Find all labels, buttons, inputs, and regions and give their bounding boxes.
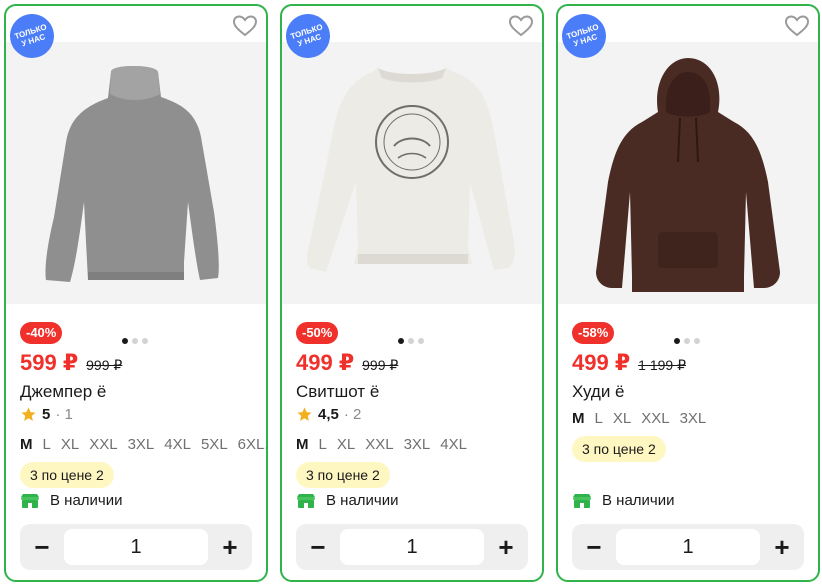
promo-badge[interactable]: 3 по цене 2 (572, 436, 666, 462)
old-price: 1 199 ₽ (638, 357, 686, 373)
product-card[interactable]: Только у нас -40% 599 ₽ 999 ₽ Джемпер ё … (4, 4, 268, 582)
availability: В наличии (296, 492, 399, 509)
promo-badge[interactable]: 3 по цене 2 (20, 462, 114, 488)
size-option[interactable]: XXL (641, 410, 669, 427)
size-option[interactable]: 4XL (164, 436, 191, 453)
image-carousel-dots[interactable] (122, 338, 148, 344)
plus-icon[interactable]: + (764, 529, 800, 565)
quantity-field[interactable]: 1 (340, 529, 484, 565)
carousel-dot[interactable] (684, 338, 690, 344)
image-carousel-dots[interactable] (674, 338, 700, 344)
sweatshirt-image (307, 68, 515, 272)
star-icon (21, 407, 36, 421)
old-price: 999 ₽ (86, 357, 123, 373)
product-rating: 4,5 · 2 (296, 406, 361, 423)
size-list: M L XL XXL 3XL 4XL (296, 436, 467, 453)
carousel-dot[interactable] (142, 338, 148, 344)
stock-label: В наличии (50, 492, 123, 509)
quantity-field[interactable]: 1 (64, 529, 208, 565)
size-list: M L XL XXL 3XL 4XL 5XL 6XL... (20, 436, 266, 453)
promo-badge[interactable]: 3 по цене 2 (296, 462, 390, 488)
size-option[interactable]: 3XL (404, 436, 431, 453)
carousel-dot[interactable] (122, 338, 128, 344)
product-image[interactable] (558, 42, 818, 304)
old-price: 999 ₽ (362, 357, 399, 373)
quantity-stepper: − 1 + (572, 524, 804, 570)
store-icon (573, 493, 591, 508)
size-option[interactable]: XXL (89, 436, 117, 453)
availability: В наличии (20, 492, 123, 509)
size-list: M L XL XXL 3XL (572, 410, 706, 427)
rating-value: 4,5 (318, 406, 339, 423)
quantity-stepper: − 1 + (20, 524, 252, 570)
carousel-dot[interactable] (408, 338, 414, 344)
carousel-dot[interactable] (418, 338, 424, 344)
size-option[interactable]: XL (613, 410, 631, 427)
size-option[interactable]: 6XL... (238, 436, 266, 453)
minus-icon[interactable]: − (300, 529, 336, 565)
image-carousel-dots[interactable] (398, 338, 424, 344)
current-price: 499 ₽ (296, 350, 355, 375)
stock-label: В наличии (602, 492, 675, 509)
product-image[interactable] (6, 42, 266, 304)
minus-icon[interactable]: − (24, 529, 60, 565)
product-image[interactable] (282, 42, 542, 304)
size-option[interactable]: XL (61, 436, 79, 453)
size-option[interactable]: L (595, 410, 603, 427)
size-option[interactable]: M (572, 410, 585, 427)
star-icon (297, 407, 312, 421)
current-price: 599 ₽ (20, 350, 79, 375)
review-count: · 2 (343, 406, 362, 423)
product-card[interactable]: Только у нас -50% 499 ₽ 999 ₽ Свитшот ё … (280, 4, 544, 582)
current-price: 499 ₽ (572, 350, 631, 375)
sweater-image (45, 66, 219, 282)
quantity-field[interactable]: 1 (616, 529, 760, 565)
heart-outline-icon[interactable] (232, 14, 258, 38)
carousel-dot[interactable] (398, 338, 404, 344)
quantity-stepper: − 1 + (296, 524, 528, 570)
plus-icon[interactable]: + (212, 529, 248, 565)
size-option[interactable]: 3XL (128, 436, 155, 453)
minus-icon[interactable]: − (576, 529, 612, 565)
heart-outline-icon[interactable] (784, 14, 810, 38)
size-option[interactable]: M (20, 436, 33, 453)
size-option[interactable]: XL (337, 436, 355, 453)
size-option[interactable]: 3XL (680, 410, 707, 427)
size-option[interactable]: M (296, 436, 309, 453)
carousel-dot[interactable] (674, 338, 680, 344)
size-option[interactable]: 4XL (440, 436, 467, 453)
size-option[interactable]: XXL (365, 436, 393, 453)
product-card[interactable]: Только у нас -58% 499 ₽ 1 199 ₽ Худи ё M… (556, 4, 820, 582)
store-icon (297, 493, 315, 508)
heart-outline-icon[interactable] (508, 14, 534, 38)
availability: В наличии (572, 492, 675, 509)
store-icon (21, 493, 39, 508)
review-count: · 1 (55, 406, 73, 423)
size-option[interactable]: L (43, 436, 51, 453)
rating-value: 5 (42, 406, 51, 423)
discount-badge: -58% (572, 322, 615, 344)
size-option[interactable]: 5XL (201, 436, 228, 453)
carousel-dot[interactable] (132, 338, 138, 344)
product-title[interactable]: Худи ё (572, 382, 625, 402)
stock-label: В наличии (326, 492, 399, 509)
plus-icon[interactable]: + (488, 529, 524, 565)
discount-badge: -40% (20, 322, 63, 344)
hoodie-image (596, 58, 780, 292)
discount-badge: -50% (296, 322, 339, 344)
size-option[interactable]: L (319, 436, 327, 453)
product-rating: 5 · 1 (20, 406, 73, 423)
carousel-dot[interactable] (694, 338, 700, 344)
product-title[interactable]: Джемпер ё (20, 382, 106, 402)
product-title[interactable]: Свитшот ё (296, 382, 379, 402)
